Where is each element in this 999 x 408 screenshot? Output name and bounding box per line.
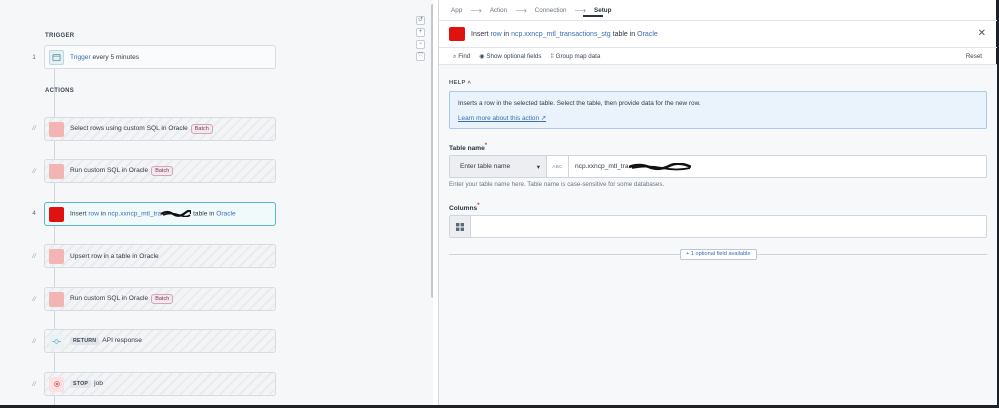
step-keyword: row (88, 210, 99, 218)
step-app: Oracle (128, 167, 149, 174)
show-optional-button[interactable]: ◉ Show optional fields (479, 53, 541, 61)
crumb-setup[interactable]: Setup (594, 7, 612, 14)
batch-badge: Batch (151, 294, 174, 304)
eye-icon: ◉ (479, 53, 485, 60)
canvas-scrollbar[interactable] (431, 4, 433, 298)
help-box: Inserts a row in the selected table. Sel… (449, 91, 987, 129)
trigger-step[interactable]: Trigger every 5 minutes (44, 45, 276, 69)
step-label-tail: table in (191, 210, 217, 218)
table-name-input[interactable]: ncp.xxncp_mtl_tra (569, 156, 986, 177)
oracle-icon (49, 163, 64, 179)
active-tab-indicator (583, 15, 603, 17)
zoom-out-icon[interactable]: − (416, 40, 425, 49)
reset-button[interactable]: Reset (966, 53, 982, 60)
redaction-scribble (161, 210, 192, 218)
grid-icon[interactable] (450, 216, 471, 237)
trigger-section-label: TRIGGER (45, 33, 75, 39)
find-button[interactable]: ⌕ Find (453, 53, 470, 61)
panel-title: Insert row in ncp.xxncp_mtl_transactions… (471, 30, 658, 38)
recipe-canvas: TRIGGER 1 Trigger every 5 minutes ACTION… (0, 0, 433, 405)
help-text: Inserts a row in the selected table. Sel… (458, 100, 701, 107)
step-object: ncp.xxncp_mtl_tra (107, 210, 162, 218)
step-number: // (32, 253, 36, 260)
step-run-custom-sql[interactable]: Run custom SQL in Oracle Batch (44, 159, 276, 183)
step-label: Run custom SQL in (70, 167, 129, 174)
step-app: Oracle (168, 125, 188, 132)
redaction-scribble (628, 162, 691, 170)
step-label-mid: in (98, 210, 108, 218)
step-label: Insert (70, 210, 89, 218)
step-label: Run custom SQL in (70, 295, 129, 302)
return-keyword: RETURN (70, 337, 100, 345)
step-app: Oracle (139, 252, 159, 260)
app-window: TRIGGER 1 Trigger every 5 minutes ACTION… (0, 0, 999, 408)
step-app: Oracle (216, 210, 236, 218)
text-type-tag: ABC (547, 156, 569, 177)
panel-header: Insert row in ncp.xxncp_mtl_transactions… (439, 20, 997, 48)
step-number: 4 (32, 210, 36, 217)
learn-more-link[interactable]: Learn more about this action ↗ (458, 114, 978, 122)
oracle-icon (49, 291, 64, 307)
step-label: Select rows using custom SQL in (70, 125, 169, 132)
oracle-icon (49, 206, 64, 222)
zoom-in-icon[interactable]: + (416, 28, 425, 37)
group-icon: ⁞⁞ (550, 53, 554, 60)
columns-field (449, 215, 987, 238)
step-number: 1 (32, 54, 36, 61)
step-select-rows[interactable]: Select rows using custom SQL in Oracle Ba… (44, 117, 276, 141)
close-icon[interactable]: ✕ (978, 28, 986, 39)
oracle-icon (49, 248, 64, 264)
wizard-breadcrumb: App ⟶ Action ⟶ Connection ⟶ Setup (451, 6, 612, 15)
step-return[interactable]: RETURN API response (44, 329, 276, 353)
arrow-right-icon: ⟶ (470, 6, 482, 15)
stop-icon (49, 376, 64, 392)
step-upsert-row[interactable]: Upsert row in a table in Oracle (44, 244, 276, 268)
step-label: job (94, 380, 103, 387)
api-icon (49, 333, 64, 349)
batch-badge: Batch (190, 124, 213, 134)
batch-badge: Batch (151, 166, 174, 176)
chevron-up-icon: ˄ (467, 80, 472, 86)
oracle-icon (449, 27, 465, 41)
reset-zoom-icon[interactable]: ↺ (416, 16, 425, 25)
stop-keyword: STOP (70, 380, 92, 388)
crumb-connection[interactable]: Connection (535, 7, 567, 14)
optional-fields-button[interactable]: + 1 optional field available (680, 249, 757, 260)
columns-label: Columns* (449, 203, 480, 213)
step-number: // (32, 381, 36, 388)
panel-toolbar: ⌕ Find ◉ Show optional fields ⁞⁞ Group m… (453, 53, 600, 61)
help-toggle[interactable]: HELP ˄ (449, 80, 471, 86)
columns-input[interactable] (471, 216, 986, 237)
crumb-action[interactable]: Action (490, 7, 508, 14)
fit-view-icon[interactable]: ⤧ (416, 52, 425, 61)
table-name-label: Table name* (449, 143, 488, 153)
step-number: // (32, 296, 36, 303)
table-name-field: Enter table name ▾ ABC ncp.xxncp_mtl_tra (449, 155, 987, 178)
step-app: Oracle (128, 295, 149, 302)
actions-section-label: ACTIONS (45, 88, 75, 94)
clock-icon (49, 49, 64, 65)
caret-down-icon: ▾ (536, 163, 540, 171)
step-insert-row[interactable]: Insert row in ncp.xxncp_mtl_tra table in… (44, 202, 276, 226)
trigger-schedule: every 5 minutes (90, 53, 140, 61)
zoom-controls: ↺ + − ⤧ (416, 16, 425, 61)
trigger-link[interactable]: Trigger (70, 54, 91, 61)
step-label: Upsert row in a table in (70, 252, 140, 260)
step-run-custom-sql-2[interactable]: Run custom SQL in Oracle Batch (44, 287, 276, 311)
table-name-select[interactable]: Enter table name ▾ (450, 156, 547, 177)
step-number: // (32, 125, 36, 132)
arrow-right-icon: ⟶ (574, 6, 586, 15)
external-link-icon: ↗ (540, 115, 547, 122)
oracle-icon (49, 121, 64, 137)
step-number: // (32, 168, 36, 175)
table-name-hint: Enter your table name here. Table name i… (449, 181, 665, 188)
step-stop[interactable]: STOP job (44, 372, 276, 396)
step-config-panel: App ⟶ Action ⟶ Connection ⟶ Setup Insert… (438, 0, 997, 405)
arrow-right-icon: ⟶ (515, 6, 527, 15)
step-label: API response (102, 337, 142, 344)
step-number: // (32, 338, 36, 345)
group-map-button[interactable]: ⁞⁞ Group map data (550, 53, 600, 61)
crumb-app[interactable]: App (451, 7, 462, 14)
search-icon: ⌕ (453, 53, 457, 60)
